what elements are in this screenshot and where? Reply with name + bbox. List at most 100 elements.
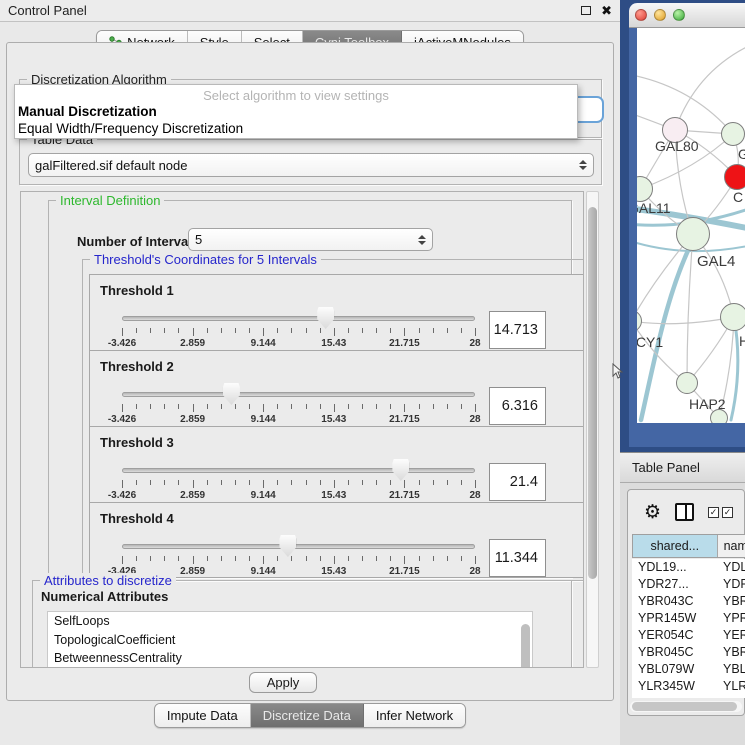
split-columns-icon[interactable] <box>675 503 694 521</box>
slider-track[interactable] <box>122 468 475 473</box>
tab-infer-network[interactable]: Infer Network <box>364 704 465 727</box>
slider-thumb[interactable] <box>317 307 334 329</box>
control-panel-window: Control Panel ✖ NetworkStyleSelectCyni T… <box>0 0 620 745</box>
column-header-shared-name[interactable]: shared... <box>633 535 718 557</box>
minimize-traffic-light-icon[interactable] <box>654 9 666 21</box>
apply-button[interactable]: Apply <box>249 672 317 693</box>
slider-track[interactable] <box>122 544 475 549</box>
float-window-icon[interactable] <box>581 6 591 15</box>
table-row[interactable]: YPR145WYPR145W <box>632 610 745 627</box>
slider-tick <box>475 328 476 336</box>
threshold-value-field[interactable]: 21.4 <box>489 463 546 501</box>
slider-thumb[interactable] <box>392 459 409 481</box>
cell-name: YBL079W <box>717 661 745 678</box>
threshold-value-field[interactable]: 14.713 <box>489 311 546 349</box>
table-row[interactable]: YDL19...YDL19... <box>632 559 745 576</box>
slider-thumb[interactable] <box>223 383 240 405</box>
slider-track[interactable] <box>122 316 475 321</box>
settings-vertical-scrollbar[interactable] <box>586 191 599 668</box>
slider-tick <box>221 328 222 333</box>
threshold-slider[interactable]: -3.4262.8599.14415.4321.71528 <box>122 427 475 502</box>
network-canvas[interactable]: GAL80GCGAL11GAL4GCY1HHAP2 <box>637 28 745 423</box>
gear-icon[interactable]: ⚙ <box>644 503 661 522</box>
slider-tick <box>404 328 405 336</box>
slider-tick <box>136 404 137 409</box>
select-all-checkbox-icon[interactable]: ✓ <box>708 507 719 518</box>
slider-tick <box>475 556 476 564</box>
table-row[interactable]: YIL052CYIL052C <box>632 695 745 698</box>
slider-tick <box>150 404 151 409</box>
table-row[interactable]: YDR27...YDR27... <box>632 576 745 593</box>
slider-tick <box>390 404 391 409</box>
network-view-window: GAL80GCGAL11GAL4GCY1HHAP2 <box>629 3 745 447</box>
slider-tick <box>263 556 264 564</box>
cell-name: YDR27... <box>717 576 745 593</box>
tab-label: Infer Network <box>376 708 453 723</box>
slider-tick-label: 2.859 <box>180 414 205 425</box>
network-node[interactable] <box>676 372 698 394</box>
threshold-panel: Threshold 3-3.4262.8599.14415.4321.71528… <box>89 426 584 502</box>
tab-discretize-data[interactable]: Discretize Data <box>251 704 364 727</box>
numerical-attributes-label: Numerical Attributes <box>41 589 168 604</box>
slider-tick <box>249 556 250 561</box>
slider-tick <box>277 328 278 333</box>
select-none-checkbox-icon[interactable]: ✓ <box>722 507 733 518</box>
threshold-panel: Threshold 2-3.4262.8599.14415.4321.71528… <box>89 350 584 426</box>
cell-shared-name: YBR045C <box>632 644 717 661</box>
network-node[interactable] <box>676 217 710 251</box>
algorithm-popup-hint: Select algorithm to view settings <box>15 85 577 103</box>
table-row[interactable]: YBL079WYBL079W <box>632 661 745 678</box>
attribute-list-item[interactable]: TopologicalCoefficient <box>48 631 532 650</box>
network-node[interactable] <box>721 122 745 146</box>
table-row[interactable]: YBR045CYBR045C <box>632 644 745 661</box>
slider-tick-label: -3.426 <box>108 338 136 349</box>
slider-tick <box>334 328 335 336</box>
network-node[interactable] <box>710 409 728 423</box>
slider-tick <box>376 328 377 333</box>
number-of-intervals-combobox[interactable]: 5 <box>188 228 433 251</box>
slider-track[interactable] <box>122 392 475 397</box>
threshold-value-field[interactable]: 11.344 <box>489 539 546 577</box>
table-data-combobox[interactable]: galFiltered.sif default node <box>28 153 594 177</box>
slider-tick <box>404 404 405 412</box>
attribute-list-item[interactable]: BetweennessCentrality <box>48 649 532 668</box>
settings-scrollbar-thumb[interactable] <box>588 207 597 579</box>
tab-impute-data[interactable]: Impute Data <box>155 704 251 727</box>
table-row[interactable]: YLR345WYLR345W <box>632 678 745 695</box>
table-row[interactable]: YBR043CYBR043C <box>632 593 745 610</box>
algorithm-popup-item[interactable]: Manual Discretization <box>15 103 577 120</box>
network-node[interactable] <box>724 164 745 190</box>
table-row[interactable]: YER054CYER054C <box>632 627 745 644</box>
slider-tick-label: 21.715 <box>389 414 420 425</box>
attribute-list-item[interactable]: SelfLoops <box>48 612 532 631</box>
slider-tick <box>178 328 179 333</box>
table-hscrollbar-thumb[interactable] <box>632 702 737 711</box>
attributes-list-scrollbar[interactable] <box>521 624 530 668</box>
threshold-slider[interactable]: -3.4262.8599.14415.4321.71528 <box>122 351 475 426</box>
table-toolbar: ⚙ ✓ ✓ <box>628 496 744 528</box>
slider-thumb[interactable] <box>279 535 296 557</box>
slider-tick <box>207 556 208 561</box>
slider-tick <box>376 404 377 409</box>
slider-tick <box>221 556 222 561</box>
network-node-label: GAL4 <box>697 253 735 270</box>
threshold-slider[interactable]: -3.4262.8599.14415.4321.71528 <box>122 275 475 350</box>
slider-tick <box>419 404 420 409</box>
slider-tick-label: 28 <box>469 414 480 425</box>
network-node[interactable] <box>720 303 745 331</box>
slider-tick <box>362 328 363 333</box>
slider-tick-label: 28 <box>469 490 480 501</box>
slider-tick-label: 9.144 <box>251 414 276 425</box>
slider-tick <box>193 328 194 336</box>
zoom-traffic-light-icon[interactable] <box>673 9 685 21</box>
threshold-slider[interactable]: -3.4262.8599.14415.4321.71528 <box>122 503 475 577</box>
slider-tick <box>249 480 250 485</box>
algorithm-popup-item[interactable]: Equal Width/Frequency Discretization <box>15 120 577 137</box>
close-traffic-light-icon[interactable] <box>635 9 647 21</box>
slider-tick-label: -3.426 <box>108 490 136 501</box>
close-icon[interactable]: ✖ <box>601 4 612 17</box>
table-horizontal-scrollbar[interactable] <box>630 701 742 712</box>
threshold-value-field[interactable]: 6.316 <box>489 387 546 425</box>
numerical-attributes-list[interactable]: SelfLoopsTopologicalCoefficientBetweenne… <box>47 611 533 668</box>
column-header-name[interactable]: name <box>718 535 745 557</box>
